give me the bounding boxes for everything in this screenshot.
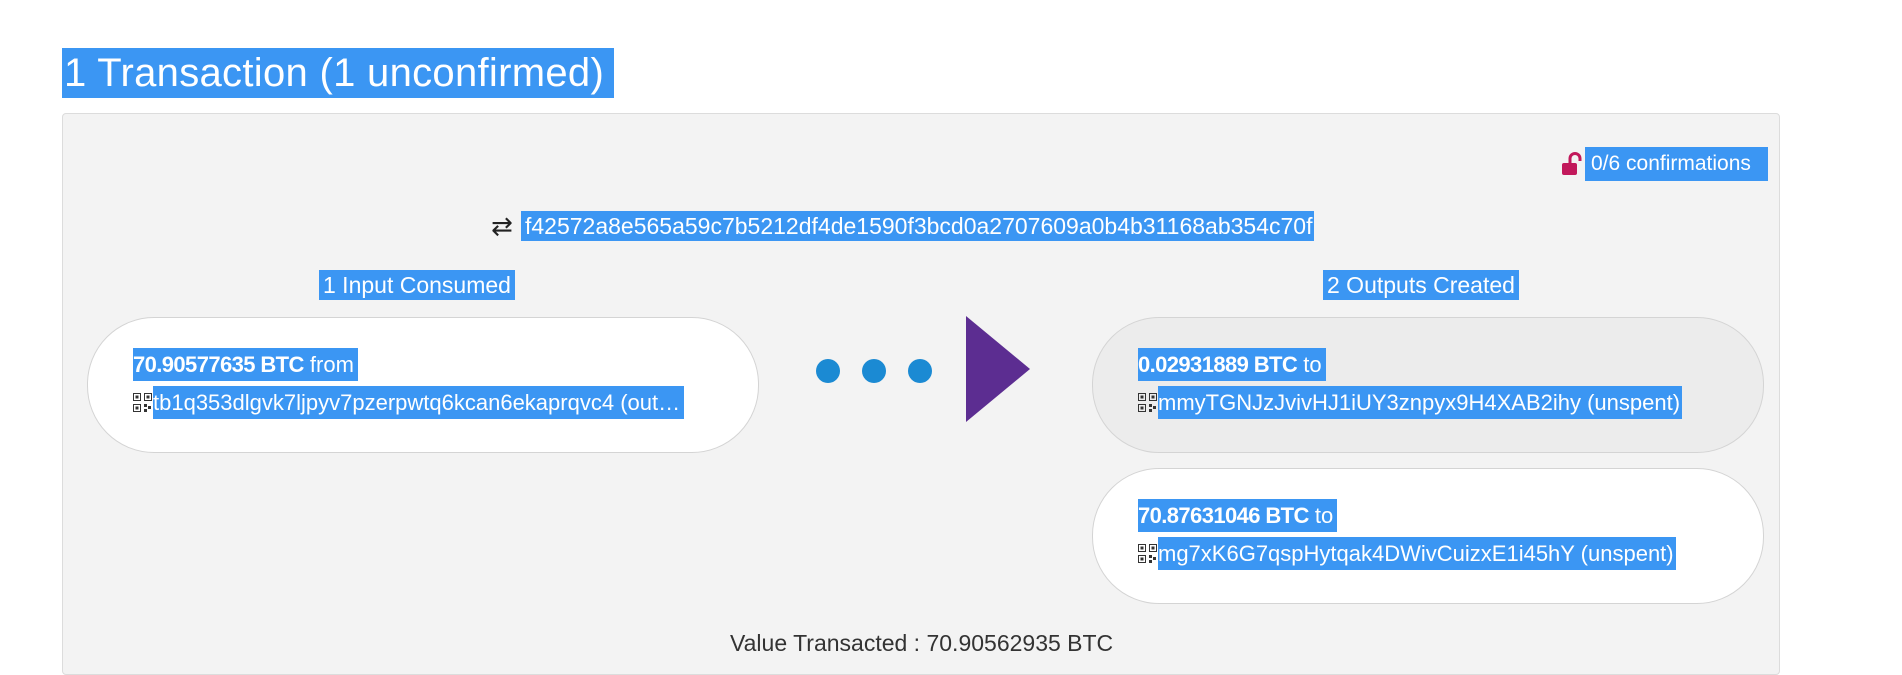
output-connector: to [1314, 503, 1334, 528]
qr-code-icon[interactable] [1138, 544, 1157, 563]
output-connector: to [1303, 352, 1322, 377]
confirmations-badge: 0/6 confirmations [1561, 147, 1768, 181]
output-address-line: mg7xK6G7qspHytqak4DWivCuizxE1i45hY (unsp… [1138, 537, 1676, 570]
input-amount: 70.90577635 BTC [133, 352, 304, 377]
value-separator: : [907, 630, 927, 656]
output-amount-line: 0.02931889 BTC to [1138, 348, 1326, 381]
inputs-title: 1 Input Consumed [319, 270, 515, 300]
flow-arrow-icon [816, 316, 1030, 422]
output-address-link[interactable]: mmyTGNJzJvivHJ1iUY3znpyx9H4XAB2ihy (unsp… [1158, 386, 1683, 419]
output-address-line: mmyTGNJzJvivHJ1iUY3znpyx9H4XAB2ihy (unsp… [1138, 386, 1683, 419]
output-amount: 70.87631046 BTC [1138, 503, 1309, 528]
input-amount-line: 70.90577635 BTC from [133, 348, 358, 381]
flow-dot [862, 359, 886, 383]
qr-code-icon[interactable] [133, 393, 152, 412]
swap-arrows-icon: ⇄ [491, 211, 513, 241]
output-amount-line: 70.87631046 BTC to [1138, 499, 1338, 532]
input-address-link[interactable]: tb1q353dlgvk7ljpyv7pzerpwtq6kcan6ekaprqv… [153, 386, 684, 419]
txid-row: ⇄ f42572a8e565a59c7b5212df4de1590f3bcd0a… [491, 211, 1315, 241]
output-card: 0.02931889 BTC to mmyTGNJzJvivHJ1iUY3znp… [1092, 317, 1764, 453]
outputs-title: 2 Outputs Created [1323, 270, 1519, 300]
confirmations-text: 0/6 confirmations [1585, 147, 1768, 181]
input-card: 70.90577635 BTC from tb1q353dlgvk7ljpyv7… [87, 317, 759, 453]
qr-code-icon[interactable] [1138, 393, 1157, 412]
output-address-link[interactable]: mg7xK6G7qspHytqak4DWivCuizxE1i45hY (unsp… [1158, 537, 1676, 570]
output-card: 70.87631046 BTC to mg7xK6G7qspHytqak4DWi… [1092, 468, 1764, 604]
value-transacted-amount: 70.90562935 BTC [926, 630, 1114, 656]
input-connector: from [309, 352, 354, 377]
input-address-line: tb1q353dlgvk7ljpyv7pzerpwtq6kcan6ekaprqv… [133, 386, 684, 419]
flow-triangle [966, 316, 1030, 422]
txid-link[interactable]: f42572a8e565a59c7b5212df4de1590f3bcd0a27… [521, 211, 1315, 241]
value-transacted-label: Value Transacted [730, 630, 908, 656]
flow-dot [816, 359, 840, 383]
unlocked-padlock-icon [1562, 152, 1582, 175]
page-title: 1 Transaction (1 unconfirmed) [62, 48, 615, 98]
output-amount: 0.02931889 BTC [1138, 352, 1298, 377]
value-transacted: Value Transacted : 70.90562935 BTC [730, 630, 1113, 657]
flow-dot [908, 359, 932, 383]
